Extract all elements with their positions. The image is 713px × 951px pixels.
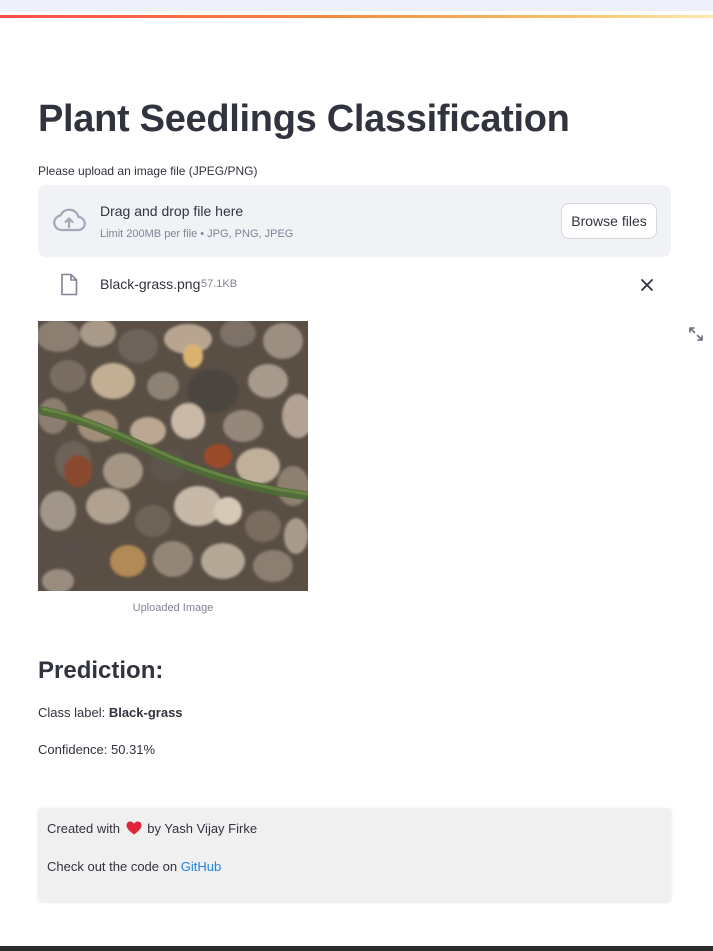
heart-icon (126, 821, 142, 835)
file-size: 57.1KB (201, 278, 238, 290)
class-label-value: Black-grass (108, 705, 183, 720)
footer-box: Created with by Yash Vijay Firke Check o… (38, 808, 671, 901)
file-dropzone[interactable]: Drag and drop file here Limit 200MB per … (38, 185, 671, 257)
class-label-line: Class label: Black-grass (38, 705, 183, 720)
page-title: Plant Seedlings Classification (38, 98, 570, 140)
fullscreen-icon[interactable] (688, 326, 704, 342)
dropzone-title: Drag and drop file here (100, 203, 244, 219)
confidence-line: Confidence: 50.31% (38, 742, 156, 757)
prediction-heading: Prediction: (38, 657, 164, 684)
created-with-line: Created with by Yash Vijay Firke (47, 821, 257, 836)
close-icon[interactable] (639, 277, 655, 293)
image-caption: Uploaded Image (132, 602, 214, 614)
created-prefix: Created with (47, 821, 120, 836)
code-link-line: Check out the code on GitHub (47, 859, 221, 874)
created-suffix: by Yash Vijay Firke (147, 821, 258, 836)
uploaded-seedling-image (38, 321, 308, 591)
code-prefix: Check out the code on (47, 859, 178, 874)
bottom-edge-bar (0, 946, 713, 951)
dropzone-limit-text: Limit 200MB per file • JPG, PNG, JPEG (100, 228, 294, 240)
app-header-decoration (0, 15, 713, 18)
browser-top-strip (0, 0, 713, 11)
upload-label: Please upload an image file (JPEG/PNG) (38, 164, 258, 178)
browse-files-button[interactable]: Browse files (561, 203, 657, 239)
file-icon (61, 273, 78, 296)
github-link[interactable]: GitHub (181, 859, 221, 874)
uploaded-file-row: Black-grass.png 57.1KB (38, 270, 671, 300)
file-name: Black-grass.png (100, 276, 201, 292)
class-label-prefix: Class label: (38, 705, 106, 720)
cloud-upload-icon (53, 208, 86, 232)
